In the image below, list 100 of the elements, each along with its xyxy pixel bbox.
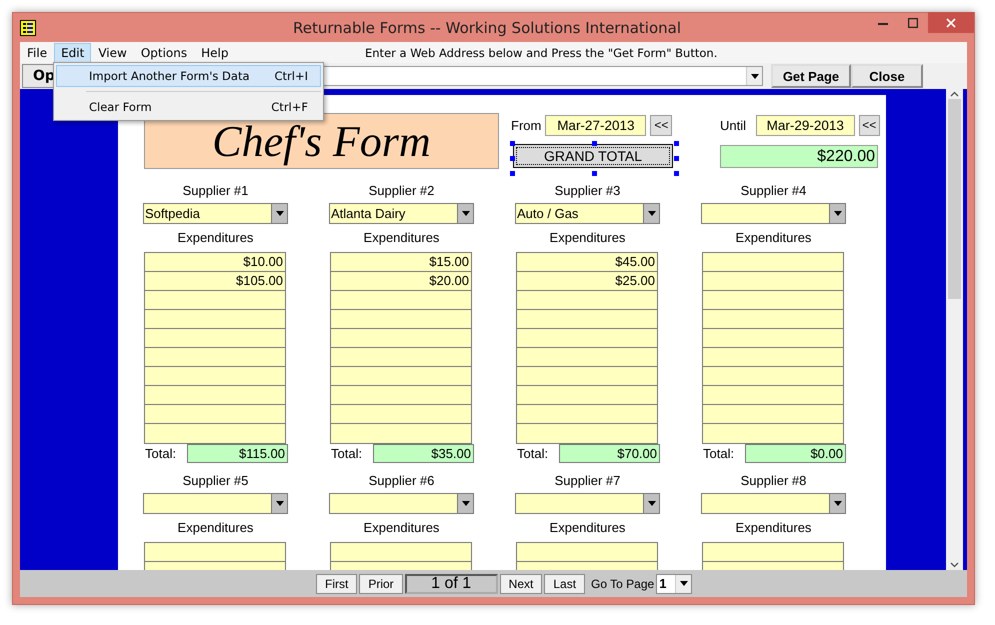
expenditure-field[interactable] [331,424,471,443]
menu-item[interactable]: File [20,42,54,62]
expenditure-field[interactable] [331,405,471,424]
scrollbar[interactable] [946,89,963,570]
expenditure-field[interactable] [703,367,843,386]
expenditure-field[interactable] [703,424,843,443]
supplier-dropdown[interactable] [329,493,474,514]
supplier-dropdown[interactable]: Atlanta Dairy [329,203,474,224]
expenditure-field[interactable] [145,367,285,386]
selection-handle[interactable] [592,170,597,176]
scroll-up-icon[interactable] [950,91,959,97]
selection-handle[interactable] [674,140,679,146]
from-date-button[interactable]: << [650,114,672,136]
expenditure-field[interactable] [703,272,843,291]
menu-item[interactable]: Edit [54,42,92,62]
expenditure-field[interactable] [703,543,843,562]
selection-handle[interactable] [510,156,515,160]
until-date-button[interactable]: << [858,114,880,136]
expenditure-field[interactable] [331,543,471,562]
menu-item[interactable]: View [91,42,134,62]
expenditure-field[interactable] [703,329,843,348]
expenditure-field[interactable] [703,405,843,424]
supplier-dropdown[interactable] [515,493,660,514]
expenditure-field[interactable] [703,253,843,272]
expenditure-field[interactable] [517,386,657,405]
expenditure-field[interactable] [517,291,657,310]
expenditure-field[interactable] [703,348,843,367]
expenditure-field[interactable] [331,310,471,329]
dropdown-arrow-icon [834,501,842,506]
expenditure-field[interactable]: $105.00 [145,272,285,291]
until-label: Until [720,118,746,133]
expenditure-field[interactable] [145,405,285,424]
close-icon [946,18,956,28]
expenditure-field[interactable]: $45.00 [517,253,657,272]
selection-handle[interactable] [510,140,515,146]
expenditure-field[interactable] [517,424,657,443]
menu-entry[interactable]: Import Another Form's Data Ctrl+I [56,65,321,87]
supplier-dropdown[interactable] [701,493,846,514]
first-button[interactable]: First [316,574,358,594]
supplier-dropdown[interactable]: Softpedia [143,203,288,224]
maximize-icon [908,18,918,28]
expenditure-field[interactable]: $10.00 [145,253,285,272]
expenditure-field[interactable] [145,543,285,562]
expenditure-field[interactable] [331,367,471,386]
next-button[interactable]: Next [500,574,542,594]
expenditures-heading: Expenditures [176,520,254,536]
expenditure-field[interactable] [331,348,471,367]
until-date-field[interactable]: Mar-29-2013 [756,114,854,136]
selection-handle[interactable] [674,156,679,160]
page-select[interactable]: 1 [656,574,692,594]
expenditure-field[interactable] [517,543,657,562]
dropdown-arrow-icon [462,211,470,216]
close-button[interactable] [928,12,974,33]
expenditure-field[interactable] [331,329,471,348]
expenditure-field[interactable]: $15.00 [331,253,471,272]
expenditure-field[interactable] [145,348,285,367]
app-icon [20,20,36,36]
expenditure-field[interactable] [703,291,843,310]
expenditure-field[interactable] [145,329,285,348]
menu-item[interactable]: Help [194,42,236,62]
total-label: Total: [703,446,734,461]
expenditure-field[interactable] [145,386,285,405]
expenditure-field[interactable] [517,367,657,386]
scroll-down-icon[interactable] [950,562,959,568]
dropdown-arrow-icon [680,581,688,586]
selection-handle[interactable] [592,140,597,146]
expenditure-field[interactable] [517,310,657,329]
expenditures-heading: Expenditures [548,520,626,536]
total-field: $35.00 [373,444,474,463]
expenditure-field[interactable] [145,291,285,310]
expenditure-field[interactable]: $20.00 [331,272,471,291]
supplier-dropdown[interactable] [143,493,288,514]
menu-item[interactable]: Options [134,42,194,62]
last-button[interactable]: Last [544,574,586,594]
close-page-button[interactable]: Close [851,64,923,88]
supplier-label: Supplier #2 [368,183,436,200]
grand-total-button[interactable]: GRAND TOTAL [513,144,673,168]
expenditure-field[interactable] [517,329,657,348]
expenditure-field[interactable] [517,405,657,424]
expenditure-field[interactable] [517,348,657,367]
expenditure-field[interactable] [145,424,285,443]
supplier-dropdown[interactable]: Auto / Gas [515,203,660,224]
total-label: Total: [517,446,548,461]
dropdown-arrow-icon [276,501,284,506]
window-title: Returnable Forms -- Working Solutions International [292,18,682,36]
selection-handle[interactable] [674,170,679,176]
selection-handle[interactable] [510,170,515,176]
expenditures-heading: Expenditures [362,520,440,536]
expenditure-field[interactable] [331,291,471,310]
expenditure-field[interactable] [703,386,843,405]
expenditure-field[interactable]: $25.00 [517,272,657,291]
prior-button[interactable]: Prior [359,574,403,594]
supplier-dropdown[interactable] [701,203,846,224]
expenditure-field[interactable] [145,310,285,329]
expenditure-field[interactable] [331,386,471,405]
get-page-button[interactable]: Get Page [771,64,851,88]
dropdown-arrow-icon [834,211,842,216]
from-date-field[interactable]: Mar-27-2013 [545,114,646,136]
total-label: Total: [331,446,362,461]
expenditure-field[interactable] [703,310,843,329]
